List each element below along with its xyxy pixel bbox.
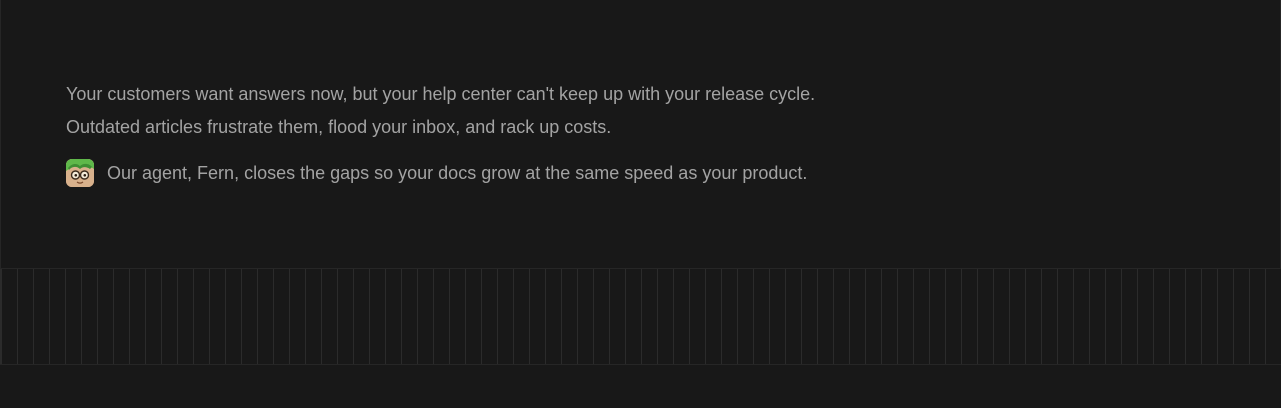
intro-line-2: Outdated articles frustrate them, flood … <box>66 117 612 137</box>
bottom-spacer <box>0 365 1281 408</box>
intro-line-1: Your customers want answers now, but you… <box>66 84 816 104</box>
intro-section: Your customers want answers now, but you… <box>0 0 1281 269</box>
striped-divider <box>0 268 1281 365</box>
agent-row: Our agent, Fern, closes the gaps so your… <box>66 159 815 187</box>
intro-copy: Your customers want answers now, but you… <box>66 78 815 187</box>
fern-avatar-icon <box>66 159 94 187</box>
agent-description: Our agent, Fern, closes the gaps so your… <box>107 163 808 183</box>
